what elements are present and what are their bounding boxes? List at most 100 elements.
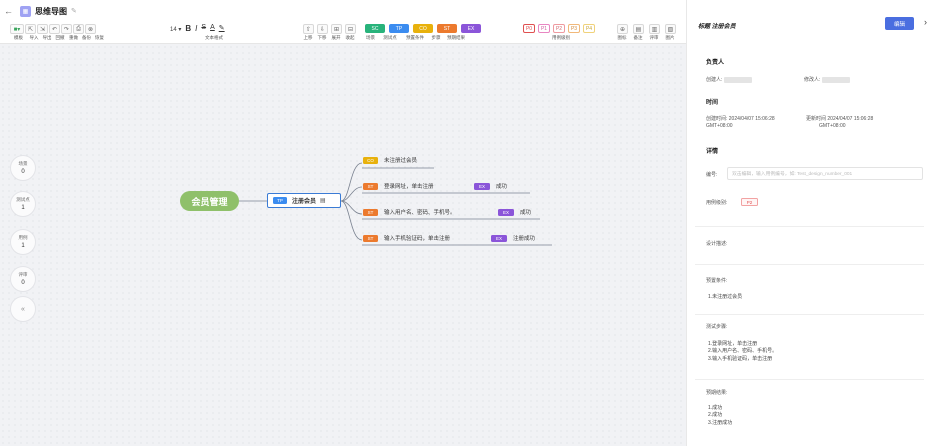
leaf-text: 登录网址，单击注册 <box>384 184 434 190</box>
priority-badge[interactable]: P2 <box>741 198 758 206</box>
label-scene: 场景 <box>366 35 375 40</box>
template-icon[interactable]: ■▾ <box>10 24 24 34</box>
label-move-down: 下移 <box>317 35 327 40</box>
leaf-precondition[interactable]: CO 未注册过会员 <box>363 156 417 164</box>
stat-case[interactable]: 用例 1 <box>10 229 36 255</box>
strikethrough-icon[interactable]: S <box>201 24 206 35</box>
stat-testpoint-value: 1 <box>21 205 25 211</box>
priority-p3-button[interactable]: P3 <box>568 24 580 33</box>
label-image: 图片 <box>665 35 675 40</box>
expand-icon[interactable]: ⊞ <box>331 24 342 34</box>
leaf-result-text: 成功 <box>520 210 532 216</box>
time-section-title: 时间 <box>706 100 719 106</box>
created-label: 创建时间: <box>706 116 728 122</box>
testpoint-node[interactable]: TP 注册会员 ▤ <box>267 193 341 208</box>
redo-icon[interactable]: ↷ <box>61 24 72 34</box>
divider <box>695 379 924 380</box>
step-item: 3.输入手机验证码，单击注册 <box>708 355 773 362</box>
label-restore: 恢复 <box>95 35 104 40</box>
label-move-up: 上移 <box>303 35 313 40</box>
undo-icon[interactable]: ↶ <box>49 24 60 34</box>
st-badge: ST <box>363 208 378 216</box>
stat-scene-value: 0 <box>21 169 25 175</box>
toolbar-node-group: ⇧ ⇩ ⊞ ⊟ <box>303 24 356 35</box>
stat-review[interactable]: 评审 0 <box>10 266 36 292</box>
collapse-icon[interactable]: ⊟ <box>345 24 356 34</box>
divider <box>695 226 924 227</box>
toolbar-text-group: 14 ▾ B I S A ✎ <box>170 24 225 35</box>
leaf-result-1[interactable]: EX 成功 <box>474 182 507 190</box>
import-icon[interactable]: ⇱ <box>25 24 36 34</box>
label-collapse: 收起 <box>345 35 355 40</box>
mindmap-canvas[interactable] <box>0 44 686 446</box>
case-number-input[interactable]: 双击编辑，输入用例编号，如: Test_design_number_001 <box>727 167 923 180</box>
edit-button[interactable]: 编辑 <box>885 17 914 30</box>
stat-scene[interactable]: 场景 0 <box>10 155 36 181</box>
toolbar-right-group: ⊕ ▤ ▥ ▧ <box>617 24 676 35</box>
label-undo: 回撤 <box>55 35 65 40</box>
creator-label: 创建人: <box>706 77 723 83</box>
tag-tp-button[interactable]: TP <box>389 24 409 33</box>
collapse-sidebar-button[interactable]: « <box>10 296 36 322</box>
move-down-icon[interactable]: ⇩ <box>317 24 328 34</box>
text-format-caption: 文本格式 <box>205 35 223 40</box>
updated-label: 更新时间 <box>806 116 827 122</box>
label-import: 导入 <box>29 35 39 40</box>
italic-icon[interactable]: I <box>195 24 197 35</box>
note-icon[interactable]: ▤ <box>633 24 644 34</box>
stat-review-value: 0 <box>21 280 25 286</box>
back-arrow-icon[interactable]: ← <box>4 6 16 16</box>
co-badge: CO <box>363 156 378 164</box>
leaf-result-3[interactable]: EX 注册成功 <box>491 234 535 242</box>
precondition-label: 预置条件: <box>706 278 728 284</box>
leaf-step-3[interactable]: ST 输入手机验证码，单击注册 <box>363 234 450 242</box>
tag-sc-button[interactable]: SC <box>365 24 385 33</box>
image-icon[interactable]: ▧ <box>665 24 676 34</box>
toolbar-edit-labels: 模板 导入 导出 回撤 重做 备份 恢复 <box>10 35 106 41</box>
expected-list: 1.成功 2.成功 3.注册成功 <box>708 405 732 427</box>
restore-icon[interactable]: ⊗ <box>85 24 96 34</box>
stat-scene-label: 场景 <box>18 161 28 166</box>
review-icon[interactable]: ▥ <box>649 24 660 34</box>
leaf-text: 输入手机验证码，单击注册 <box>384 236 451 242</box>
label-template: 模板 <box>14 35 23 40</box>
ex-badge: EX <box>491 234 507 242</box>
leaf-step-1[interactable]: ST 登录网址，单击注册 <box>363 182 434 190</box>
label-precondition: 预置条件 <box>406 35 424 40</box>
priority-p4-button[interactable]: P4 <box>583 24 595 33</box>
chevron-right-icon[interactable]: › <box>924 17 927 27</box>
stat-testpoint[interactable]: 测试点 1 <box>10 191 36 217</box>
label-expected: 预期结果 <box>447 35 465 40</box>
move-up-icon[interactable]: ⇧ <box>303 24 314 34</box>
font-color-icon[interactable]: A <box>210 24 215 35</box>
icon-insert-icon[interactable]: ⊕ <box>617 24 628 34</box>
toolbar-right-labels: 图标 备注 评审 图片 <box>614 35 678 41</box>
tag-ex-button[interactable]: EX <box>461 24 481 33</box>
root-node[interactable]: 会员管理 <box>180 191 239 211</box>
tag-co-button[interactable]: CO <box>413 24 433 33</box>
ex-badge: EX <box>474 182 490 190</box>
page-title: 思维导图 <box>35 6 67 16</box>
leaf-step-2[interactable]: ST 输入用户名、密码、手机号。 <box>363 208 456 216</box>
updated-time-field: 更新时间 2024/04/07 15:06:28 GMT+08:00 <box>806 116 873 130</box>
modifier-value-redacted <box>822 76 851 83</box>
bold-icon[interactable]: B <box>185 24 191 35</box>
priority-p0-button[interactable]: P0 <box>523 24 535 33</box>
edit-title-icon[interactable]: ✎ <box>71 7 77 15</box>
toolbar: ■▾ ⇱ ⇲ ↶ ↷ ⎙ ⊗ 模板 导入 导出 回撤 重做 备份 恢复 14 ▾… <box>0 22 686 44</box>
mindmap-app-icon: ▦ <box>20 5 31 17</box>
export-icon[interactable]: ⇲ <box>37 24 48 34</box>
label-icon: 图标 <box>617 35 627 40</box>
tp-badge: TP <box>273 197 287 204</box>
creator-value-redacted <box>724 76 753 83</box>
highlight-icon[interactable]: ✎ <box>219 24 225 35</box>
leaf-result-2[interactable]: EX 成功 <box>498 208 531 216</box>
priority-p1-button[interactable]: P1 <box>538 24 550 33</box>
tag-st-button[interactable]: ST <box>437 24 457 33</box>
updated-tz: GMT+08:00 <box>819 123 846 129</box>
backup-icon[interactable]: ⎙ <box>73 24 84 34</box>
font-size-select[interactable]: 14 ▾ <box>170 24 181 35</box>
priority-p2-button[interactable]: P2 <box>553 24 565 33</box>
toolbar-tag-labels: 场景 测试点 预置条件 步骤 预期结果 <box>362 35 469 41</box>
title-bar: ← ▦ 思维导图 ✎ <box>0 0 686 22</box>
